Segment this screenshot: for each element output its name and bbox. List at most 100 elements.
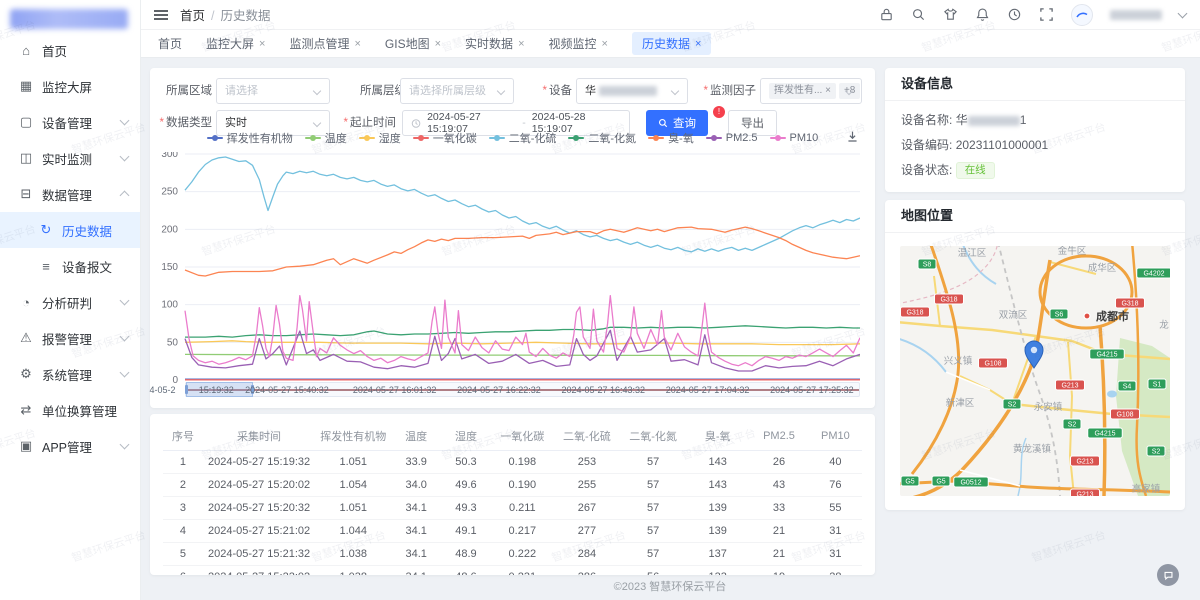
sidebar-item-device[interactable]: ▢设备管理 bbox=[0, 104, 140, 140]
sidebar-item-message[interactable]: ≡设备报文 bbox=[0, 248, 140, 284]
level-select[interactable]: 请选择所属层级 bbox=[400, 78, 514, 104]
level-label: 所属层级 bbox=[346, 78, 406, 104]
table-cell: 40 bbox=[809, 451, 862, 474]
table-cell: 19 bbox=[749, 566, 809, 576]
breadcrumb-separator: / bbox=[211, 9, 214, 23]
hamburger-icon[interactable] bbox=[154, 10, 168, 20]
sidebar-item-app[interactable]: ▣APP管理 bbox=[0, 428, 140, 464]
sidebar-item-home[interactable]: ⌂首页 bbox=[0, 32, 140, 68]
sidebar-item-convert[interactable]: ⇄单位换算管理 bbox=[0, 392, 140, 428]
datazoom-slider[interactable]: 4-05-215:19:322024-05-27 15:40:322024-05… bbox=[185, 382, 860, 397]
tab-close-icon[interactable]: × bbox=[602, 38, 608, 50]
map-label: G108 bbox=[1116, 412, 1133, 419]
table-cell: 267 bbox=[554, 497, 620, 520]
query-badge: ! bbox=[713, 106, 725, 118]
x-axis-tick: 4-05-2 bbox=[149, 385, 175, 395]
table-cell: 133 bbox=[686, 566, 749, 576]
top-header: 首页/历史数据 bbox=[140, 0, 1200, 30]
tab-close-icon[interactable]: × bbox=[518, 38, 524, 50]
table-row: 52024-05-27 15:21:321.03834.148.90.22228… bbox=[163, 543, 862, 566]
x-axis-tick: 2024-05-27 17:04:32 bbox=[666, 385, 750, 395]
table-cell: 4 bbox=[163, 520, 203, 543]
factor-tag[interactable]: 挥发性有... × bbox=[769, 83, 836, 99]
app-root: ⌂首页▦监控大屏▢设备管理◫实时监测⊟数据管理↻历史数据≡设备报文◔分析研判⚠报… bbox=[0, 0, 1200, 600]
table-row: 32024-05-27 15:20:321.05134.149.30.21126… bbox=[163, 497, 862, 520]
sidebar-item-monitor[interactable]: ◫实时监测 bbox=[0, 140, 140, 176]
data-icon: ⊟ bbox=[18, 186, 34, 202]
tab-监控大屏[interactable]: 监控大屏× bbox=[206, 35, 265, 52]
tab-历史数据[interactable]: 历史数据× bbox=[632, 32, 711, 55]
lock-icon[interactable] bbox=[879, 7, 894, 22]
legend-label: 湿度 bbox=[379, 130, 401, 146]
tab-视频监控[interactable]: 视频监控× bbox=[549, 35, 608, 52]
sidebar-item-label: 监控大屏 bbox=[42, 77, 92, 96]
sidebar-item-system[interactable]: ⚙系统管理 bbox=[0, 356, 140, 392]
table-cell: 5 bbox=[163, 543, 203, 566]
map-label: 成都市 bbox=[1096, 309, 1129, 323]
user-menu-chevron-icon[interactable] bbox=[1178, 8, 1188, 18]
map-canvas[interactable]: 温江区金牛区成华区双流区龙兴义镇新津区永安镇黄龙溪镇高家镇S8G4202G318… bbox=[900, 246, 1170, 496]
tab-监测点管理[interactable]: 监测点管理× bbox=[289, 35, 360, 52]
download-chart-icon[interactable] bbox=[846, 130, 859, 143]
sidebar-item-label: 分析研判 bbox=[42, 293, 92, 312]
device-info-title: 设备信息 bbox=[885, 68, 1185, 101]
legend-item[interactable]: 臭-氧 bbox=[648, 130, 694, 146]
factor-more-tag[interactable]: +8 bbox=[839, 83, 860, 99]
table-cell: 26 bbox=[749, 451, 809, 474]
tab-GIS地图[interactable]: GIS地图× bbox=[385, 35, 441, 52]
tab-close-icon[interactable]: × bbox=[259, 38, 265, 50]
tab-实时数据[interactable]: 实时数据× bbox=[465, 35, 524, 52]
map-label: 新津区 bbox=[946, 397, 975, 409]
time-icon[interactable] bbox=[1007, 7, 1022, 22]
sidebar-item-history[interactable]: ↻历史数据 bbox=[0, 212, 140, 248]
tab-close-icon[interactable]: × bbox=[695, 38, 701, 50]
chevron-down-icon bbox=[120, 368, 130, 378]
column-header: 一氧化碳 bbox=[491, 422, 554, 451]
user-avatar[interactable] bbox=[1071, 4, 1093, 26]
sidebar-item-label: 历史数据 bbox=[62, 221, 112, 240]
table-cell: 28 bbox=[809, 566, 862, 576]
x-axis-tick: 2024-05-27 16:01:32 bbox=[353, 385, 437, 395]
sidebar-item-data[interactable]: ⊟数据管理 bbox=[0, 176, 140, 212]
table-row: 62024-05-27 15:22:021.03834.148.60.23128… bbox=[163, 566, 862, 576]
search-icon[interactable] bbox=[911, 7, 926, 22]
username-redacted[interactable] bbox=[1110, 10, 1162, 20]
sidebar-item-analysis[interactable]: ◔分析研判 bbox=[0, 284, 140, 320]
legend-item[interactable]: PM10 bbox=[770, 132, 819, 144]
map-label: 永安镇 bbox=[1034, 401, 1063, 413]
table-cell: 2 bbox=[163, 474, 203, 497]
tab-close-icon[interactable]: × bbox=[354, 38, 360, 50]
fullscreen-icon[interactable] bbox=[1039, 7, 1054, 22]
table-row: 12024-05-27 15:19:321.05133.950.30.19825… bbox=[163, 451, 862, 474]
tab-close-icon[interactable]: × bbox=[435, 38, 441, 50]
factor-multiselect[interactable]: 挥发性有... ×+8 bbox=[760, 78, 862, 104]
table-cell: 34.1 bbox=[391, 566, 441, 576]
table-cell: 2024-05-27 15:20:32 bbox=[203, 497, 315, 520]
sidebar-item-alarm[interactable]: ⚠报警管理 bbox=[0, 320, 140, 356]
legend-item[interactable]: 挥发性有机物 bbox=[207, 130, 293, 146]
legend-marker bbox=[706, 137, 722, 139]
legend-item[interactable]: 二氧-化硫 bbox=[489, 130, 557, 146]
legend-item[interactable]: PM2.5 bbox=[706, 132, 758, 144]
y-axis-tick: 250 bbox=[161, 187, 178, 198]
table-cell: 57 bbox=[620, 474, 686, 497]
chat-fab-button[interactable] bbox=[1157, 564, 1179, 586]
map-label: G4215 bbox=[1094, 431, 1115, 438]
sidebar-item-screen[interactable]: ▦监控大屏 bbox=[0, 68, 140, 104]
breadcrumb-root[interactable]: 首页 bbox=[180, 9, 205, 23]
sidebar-item-label: APP管理 bbox=[42, 437, 92, 456]
history-line-chart[interactable]: 050100150200250300 bbox=[150, 152, 860, 384]
chevron-down-icon bbox=[120, 152, 130, 162]
legend-item[interactable]: 湿度 bbox=[359, 130, 401, 146]
theme-skin-icon[interactable] bbox=[943, 7, 958, 22]
table-cell: 34.1 bbox=[391, 520, 441, 543]
device-select[interactable]: 华 bbox=[576, 78, 688, 104]
legend-marker bbox=[770, 137, 786, 139]
bell-icon[interactable] bbox=[975, 7, 990, 22]
legend-item[interactable]: 二氧-化氮 bbox=[568, 130, 636, 146]
tab-首页[interactable]: 首页 bbox=[158, 35, 182, 52]
region-select[interactable]: 请选择 bbox=[216, 78, 330, 104]
legend-item[interactable]: 一氧化碳 bbox=[413, 130, 477, 146]
legend-item[interactable]: 温度 bbox=[305, 130, 347, 146]
legend-marker bbox=[413, 137, 429, 139]
